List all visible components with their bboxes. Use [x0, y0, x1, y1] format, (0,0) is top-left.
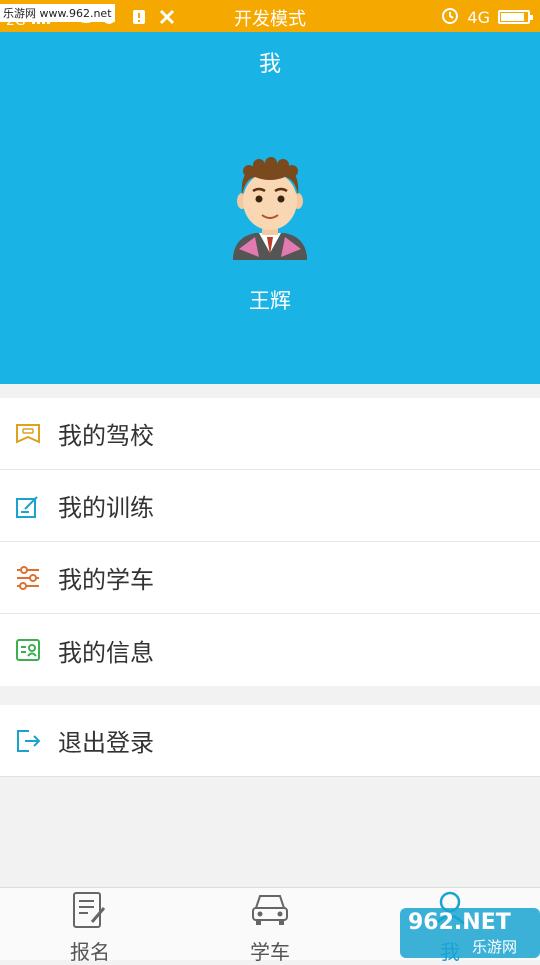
sliders-icon: [14, 564, 42, 592]
menu-item-label: 我的信息: [58, 638, 154, 667]
alarm-icon: [441, 6, 459, 28]
menu-item-label: 我的驾校: [58, 422, 154, 450]
status-bar: 2G 乐游网 www.962.net 开发模式 4G: [0, 0, 540, 32]
logout-button[interactable]: 退出登录: [0, 705, 540, 777]
menu-item-label: 我的学车: [58, 566, 154, 594]
logout-label: 退出登录: [58, 729, 154, 757]
tab-learn[interactable]: 学车: [180, 888, 360, 964]
status-right: 4G: [441, 6, 533, 28]
edit-training-icon: [14, 492, 42, 520]
menu-item-driving-school[interactable]: 我的驾校: [0, 398, 540, 470]
network-type: 4G: [467, 7, 490, 27]
battery-icon: [498, 10, 533, 24]
driving-school-icon: [14, 420, 42, 448]
avatar[interactable]: [225, 157, 315, 297]
username: 王辉: [249, 289, 291, 313]
tab-label: 报名: [70, 940, 110, 964]
page-title: 我: [258, 52, 281, 77]
menu-item-info[interactable]: 我的信息: [0, 614, 540, 686]
profile-menu: 我的驾校 我的训练 我的学车 我的信息: [0, 398, 540, 686]
signup-icon: [70, 890, 110, 930]
battery-fill: [501, 13, 525, 21]
menu-item-learning[interactable]: 我的学车: [0, 542, 540, 614]
profile-header: 我 王辉: [0, 32, 540, 384]
site-watermark: 962.NET 乐游网: [400, 908, 540, 958]
tab-signup[interactable]: 报名: [0, 888, 180, 964]
car-icon: [250, 890, 290, 930]
id-card-icon: [14, 636, 42, 664]
watermark-text: 乐游网: [472, 938, 518, 956]
menu-item-training[interactable]: 我的训练: [0, 470, 540, 542]
logout-icon: [14, 727, 42, 755]
watermark-brand: 962.NET: [408, 910, 511, 935]
menu-item-label: 我的训练: [58, 494, 154, 522]
tab-label: 学车: [250, 940, 290, 964]
